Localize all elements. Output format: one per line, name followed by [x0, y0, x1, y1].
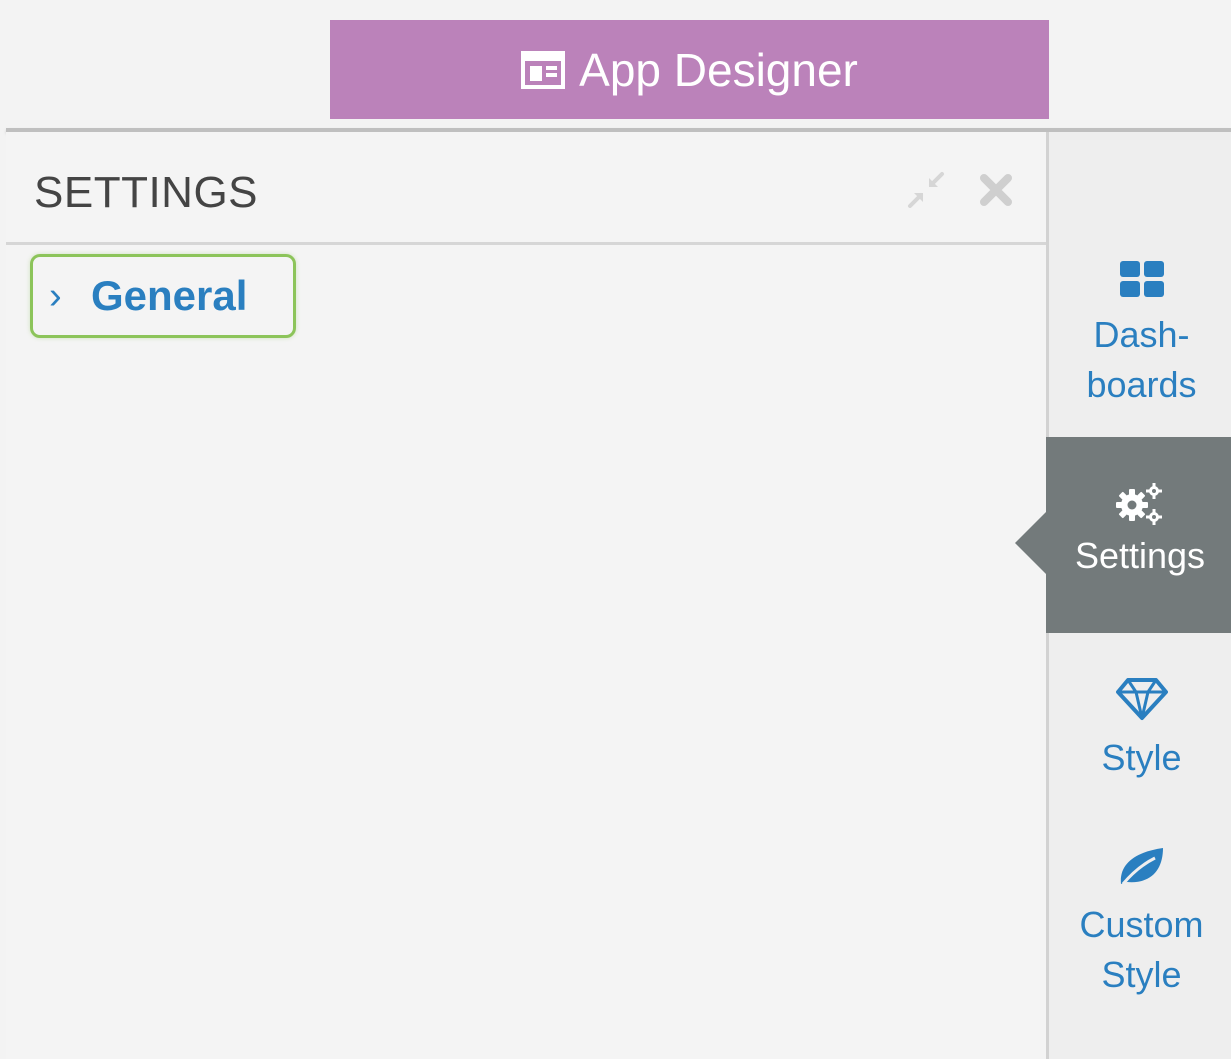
right-rail: Dash- boards Settings Style Custom Style	[1046, 132, 1231, 1059]
panel-title: SETTINGS	[34, 168, 259, 217]
rail-item-dashboards[interactable]: Dash- boards	[1049, 260, 1231, 410]
app-title: App Designer	[579, 43, 858, 96]
leaf-icon	[1120, 848, 1163, 885]
rail-item-style[interactable]: Style	[1049, 677, 1231, 783]
rail-label-style: Style	[1101, 737, 1182, 778]
settings-item-label: General	[91, 272, 248, 319]
app-designer-title-tab[interactable]: App Designer	[330, 20, 1049, 119]
rail-label-boards: boards	[1086, 364, 1197, 405]
rail-item-custom-style[interactable]: Custom Style	[1049, 844, 1231, 1000]
app-layout-icon	[521, 50, 566, 89]
settings-panel: SETTINGS › General	[6, 132, 1046, 1059]
dashboards-icon	[1119, 261, 1164, 297]
chevron-right-icon: ›	[49, 275, 62, 317]
close-icon[interactable]	[976, 170, 1016, 210]
rail-label-settings: Settings	[1074, 535, 1206, 576]
rail-item-settings[interactable]: Settings	[1046, 437, 1231, 633]
rail-label-dash: Dash-	[1093, 314, 1190, 355]
rail-label-custom-style: Style	[1101, 954, 1182, 995]
settings-item-general[interactable]: › General	[30, 254, 296, 338]
diamond-icon	[1115, 678, 1168, 720]
rail-label-custom: Custom	[1079, 904, 1204, 945]
panel-header: SETTINGS	[6, 132, 1046, 245]
top-bar: App Designer	[0, 0, 1231, 128]
active-tab-pointer	[1015, 510, 1048, 576]
gears-icon	[1116, 483, 1162, 525]
compress-icon[interactable]	[906, 170, 946, 210]
